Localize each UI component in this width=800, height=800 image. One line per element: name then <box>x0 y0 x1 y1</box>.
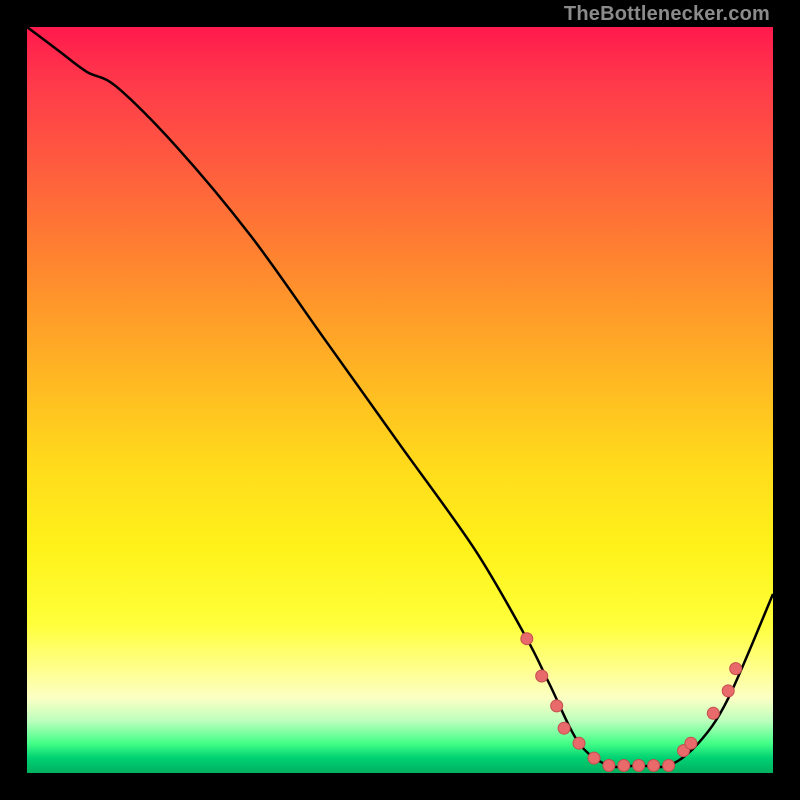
data-marker <box>551 700 563 712</box>
data-marker <box>618 760 630 772</box>
data-marker <box>685 737 697 749</box>
data-marker <box>707 707 719 719</box>
bottleneck-curve <box>27 27 773 767</box>
data-marker <box>633 760 645 772</box>
data-marker <box>588 752 600 764</box>
data-marker <box>521 633 533 645</box>
data-marker <box>722 685 734 697</box>
plot-area <box>27 27 773 773</box>
data-marker <box>603 760 615 772</box>
attribution-text: TheBottlenecker.com <box>564 3 770 26</box>
data-marker <box>536 670 548 682</box>
data-marker <box>648 760 660 772</box>
chart-frame: TheBottlenecker.com <box>0 0 800 800</box>
data-marker <box>558 722 570 734</box>
data-marker <box>730 663 742 675</box>
data-marker <box>573 737 585 749</box>
curve-group <box>27 27 773 772</box>
marker-group <box>521 633 742 772</box>
data-marker <box>663 760 675 772</box>
chart-svg <box>27 27 773 773</box>
